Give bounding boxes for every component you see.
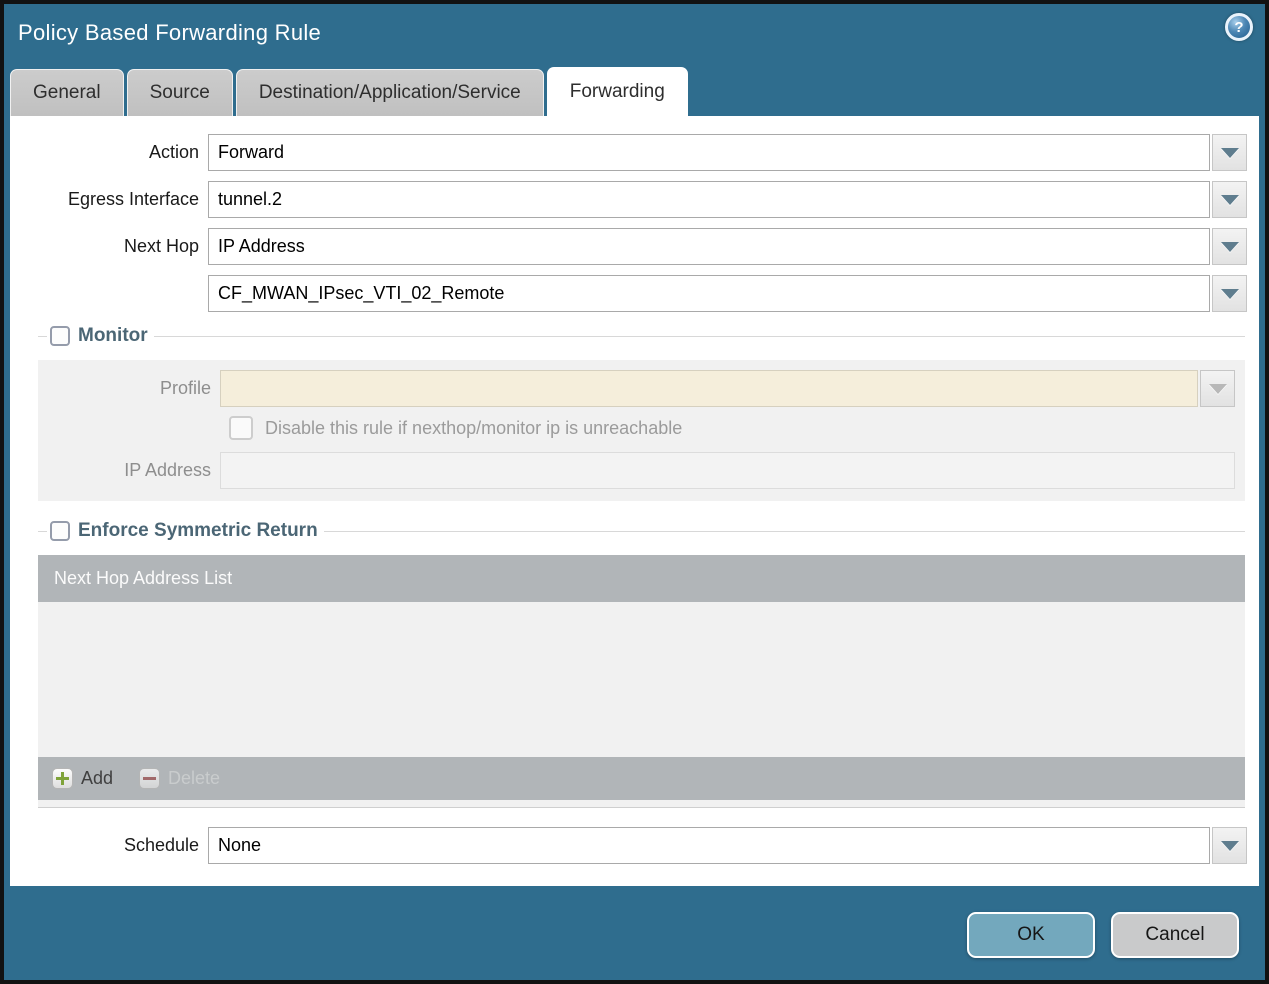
plus-icon [52, 768, 73, 789]
monitor-legend-row: Monitor [38, 322, 1245, 350]
chevron-down-icon [1208, 383, 1227, 394]
add-button-label: Add [81, 768, 114, 788]
ok-button[interactable]: OK [967, 912, 1095, 958]
monitor-ip-address-row: IP Address [38, 452, 1235, 489]
chevron-down-icon [1220, 194, 1239, 205]
next-hop-row: Next Hop IP Address [10, 228, 1247, 265]
monitor-section: Monitor Profile Disable this rule if nex… [10, 322, 1259, 501]
table-footer: Add Delete [38, 757, 1245, 800]
ip-address-input[interactable] [220, 452, 1235, 489]
dialog-footer: OK Cancel [4, 886, 1265, 958]
enforce-symmetric-return-checkbox[interactable] [50, 521, 70, 541]
next-hop-address-table: Next Hop Address List Add Delete [38, 555, 1245, 808]
legend-divider [323, 530, 1245, 532]
help-glyph: ? [1234, 18, 1244, 36]
next-hop-select[interactable]: IP Address [208, 228, 1210, 265]
disable-rule-label: Disable this rule if nexthop/monitor ip … [265, 417, 683, 438]
action-dropdown-button[interactable] [1212, 134, 1247, 171]
help-icon[interactable]: ? [1225, 13, 1253, 41]
action-row: Action Forward [10, 134, 1247, 171]
tab-destination-application-service[interactable]: Destination/Application/Service [235, 69, 544, 116]
profile-row: Profile [38, 370, 1235, 407]
profile-label: Profile [159, 378, 211, 398]
chevron-down-icon [1220, 241, 1239, 252]
minus-icon [139, 768, 161, 789]
dialog-title: Policy Based Forwarding Rule [18, 20, 322, 45]
table-header-label: Next Hop Address List [54, 568, 233, 588]
next-hop-address-dropdown-button[interactable] [1212, 275, 1247, 312]
action-combo: Forward [208, 134, 1247, 171]
action-select[interactable]: Forward [208, 134, 1210, 171]
profile-dropdown-button[interactable] [1200, 370, 1235, 407]
legend-divider [153, 335, 1245, 337]
monitor-checkbox[interactable] [50, 326, 70, 346]
add-button[interactable]: Add [52, 768, 113, 789]
tab-forwarding[interactable]: Forwarding [546, 67, 688, 116]
egress-interface-label: Egress Interface [67, 189, 199, 209]
delete-button[interactable]: Delete [139, 768, 220, 789]
next-hop-combo: IP Address [208, 228, 1247, 265]
chevron-down-icon [1220, 840, 1239, 851]
tab-bar: General Source Destination/Application/S… [4, 66, 1265, 116]
chevron-down-icon [1220, 288, 1239, 299]
schedule-select[interactable]: None [208, 827, 1210, 864]
legend-divider [38, 530, 47, 532]
profile-select[interactable] [220, 370, 1198, 407]
next-hop-address-row: CF_MWAN_IPsec_VTI_02_Remote [10, 275, 1247, 312]
symmetric-return-legend-row: Enforce Symmetric Return [38, 517, 1245, 545]
schedule-row: Schedule None [10, 827, 1247, 864]
schedule-combo: None [208, 827, 1247, 864]
next-hop-label: Next Hop [123, 236, 199, 256]
egress-interface-combo: tunnel.2 [208, 181, 1247, 218]
table-body[interactable] [38, 602, 1245, 757]
monitor-fields: Profile Disable this rule if nexthop/mon… [38, 360, 1245, 501]
disable-rule-row: Disable this rule if nexthop/monitor ip … [38, 416, 1245, 440]
schedule-label: Schedule [123, 835, 199, 855]
symmetric-return-legend: Enforce Symmetric Return [78, 520, 318, 541]
profile-combo [220, 370, 1235, 407]
legend-divider [38, 335, 47, 337]
action-label: Action [148, 142, 199, 162]
egress-interface-row: Egress Interface tunnel.2 [10, 181, 1247, 218]
table-header: Next Hop Address List [38, 555, 1245, 602]
chevron-down-icon [1220, 147, 1239, 158]
pbf-rule-dialog: Policy Based Forwarding Rule ? General S… [0, 0, 1269, 984]
tab-source[interactable]: Source [126, 69, 233, 116]
dialog-titlebar: Policy Based Forwarding Rule ? [4, 4, 1265, 66]
monitor-legend: Monitor [78, 325, 148, 346]
delete-button-label: Delete [168, 768, 221, 788]
symmetric-return-section: Enforce Symmetric Return Next Hop Addres… [10, 517, 1259, 808]
next-hop-address-combo: CF_MWAN_IPsec_VTI_02_Remote [208, 275, 1247, 312]
schedule-dropdown-button[interactable] [1212, 827, 1247, 864]
forwarding-tab-panel: Action Forward Egress Interface tunnel.2… [10, 116, 1259, 886]
next-hop-address-select[interactable]: CF_MWAN_IPsec_VTI_02_Remote [208, 275, 1210, 312]
disable-rule-checkbox[interactable] [229, 416, 253, 440]
ip-address-label: IP Address [124, 460, 211, 480]
egress-interface-select[interactable]: tunnel.2 [208, 181, 1210, 218]
egress-interface-dropdown-button[interactable] [1212, 181, 1247, 218]
cancel-button[interactable]: Cancel [1111, 912, 1239, 958]
next-hop-dropdown-button[interactable] [1212, 228, 1247, 265]
tab-general[interactable]: General [10, 69, 124, 116]
